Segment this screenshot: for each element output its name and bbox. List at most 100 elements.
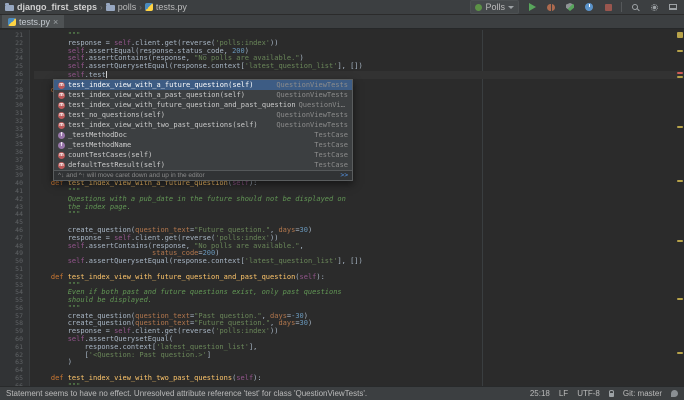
code-line[interactable]: def test_index_view_with_a_future_questi… xyxy=(34,180,684,188)
status-message: Statement seems to have no effect. Unres… xyxy=(6,389,520,398)
completion-item[interactable]: mtest_index_view_with_a_future_question(… xyxy=(54,80,352,90)
code-token xyxy=(34,179,51,187)
code-line[interactable]: ) xyxy=(34,359,684,367)
stripe-mark-warning[interactable] xyxy=(677,180,683,182)
code-token: ) xyxy=(34,358,72,366)
completion-hint-link[interactable]: >> xyxy=(340,172,348,179)
error-stripe[interactable] xyxy=(675,30,684,386)
tab-tests-py[interactable]: tests.py xyxy=(2,15,64,28)
code-token: 'polls:index' xyxy=(215,234,270,242)
code-token: 'polls:index' xyxy=(215,327,270,335)
stripe-mark-warning[interactable] xyxy=(677,126,683,128)
stop-button[interactable] xyxy=(602,1,614,13)
text-caret xyxy=(106,71,107,78)
code-token: ) xyxy=(245,47,249,55)
code-line[interactable]: def test_index_view_with_future_question… xyxy=(34,274,684,282)
code-line[interactable]: should be displayed. xyxy=(34,297,684,305)
search-everywhere-button[interactable] xyxy=(629,1,641,13)
code-token: ], xyxy=(249,343,257,351)
code-token: .assertQuerysetEqual(response.context[ xyxy=(85,257,245,265)
completion-item[interactable]: mtest_index_view_with_future_question_an… xyxy=(54,100,352,110)
profiler-button[interactable] xyxy=(583,1,595,13)
run-icon xyxy=(529,3,536,11)
breadcrumb-project[interactable]: django_first_steps xyxy=(5,2,97,12)
completion-label: test_index_view_with_a_future_question(s… xyxy=(68,81,253,89)
method-icon: m xyxy=(58,82,65,89)
hide-windows-button[interactable] xyxy=(667,1,679,13)
status-widgets: 25:18 LF UTF-8 Git: master xyxy=(530,389,678,398)
coverage-button[interactable] xyxy=(564,1,576,13)
file-encoding[interactable]: UTF-8 xyxy=(577,389,600,398)
code-line[interactable]: """ xyxy=(34,211,684,219)
breadcrumb-label: django_first_steps xyxy=(17,2,97,12)
completion-hint-text: ^↓ and ^↑ will move caret down and up in… xyxy=(58,172,205,179)
completion-item[interactable]: mdefaultTestResult(self)TestCase xyxy=(54,160,352,170)
code-token xyxy=(34,47,68,55)
code-line[interactable]: def test_index_view_with_two_past_questi… xyxy=(34,375,684,383)
code-token: .assertQuerysetEqual( xyxy=(85,335,174,343)
code-token: ): xyxy=(253,374,261,382)
code-token: ) xyxy=(304,312,308,320)
code-token: test xyxy=(89,71,106,79)
code-line[interactable]: ['<Question: Past question.>'] xyxy=(34,352,684,360)
code-line[interactable]: Questions with a pub_date in the future … xyxy=(34,196,684,204)
run-button[interactable] xyxy=(526,1,538,13)
line-separator[interactable]: LF xyxy=(559,389,568,398)
breadcrumb-folder-polls[interactable]: polls xyxy=(106,2,137,12)
tab-label: tests.py xyxy=(19,17,50,27)
code-token: self xyxy=(68,242,85,250)
python-file-icon xyxy=(8,18,16,26)
completion-list: mtest_index_view_with_a_future_question(… xyxy=(54,80,352,170)
code-token: def xyxy=(51,374,68,382)
stripe-mark-warning[interactable] xyxy=(677,298,683,300)
method-icon: m xyxy=(58,162,65,169)
method-icon: m xyxy=(58,122,65,129)
vcs-branch[interactable]: Git: master xyxy=(623,389,662,398)
caret-position[interactable]: 25:18 xyxy=(530,389,550,398)
editor-tab-bar: tests.py xyxy=(0,15,684,29)
code-line[interactable]: self.assertQuerysetEqual(response.contex… xyxy=(34,63,684,71)
settings-button[interactable] xyxy=(648,1,660,13)
code-token: should be displayed. xyxy=(34,296,152,304)
code-token: ) xyxy=(300,54,304,62)
method-icon: m xyxy=(58,112,65,119)
code-token: )) xyxy=(270,39,278,47)
code-token xyxy=(34,273,51,281)
stop-icon xyxy=(605,4,612,11)
code-line[interactable]: the index page. xyxy=(34,204,684,212)
stripe-mark-warning[interactable] xyxy=(677,240,683,242)
stripe-mark-warning[interactable] xyxy=(677,50,683,52)
code-token xyxy=(34,242,68,250)
stripe-mark-warning[interactable] xyxy=(677,352,683,354)
gutter[interactable]: 2122232425262728293031323334353637383940… xyxy=(0,30,30,386)
run-config-selector[interactable]: Polls xyxy=(470,0,519,14)
code-line[interactable]: self.assertQuerysetEqual(response.contex… xyxy=(34,258,684,266)
code-token: create_question( xyxy=(34,226,135,234)
chevron-down-icon xyxy=(508,6,514,9)
stripe-mark-error[interactable] xyxy=(677,72,683,74)
code-token: test_index_view_with_future_question_and… xyxy=(68,273,296,281)
completion-item[interactable]: mtest_index_view_with_two_past_questions… xyxy=(54,120,352,130)
close-tab-icon[interactable] xyxy=(53,17,58,27)
code-token: self xyxy=(114,234,131,242)
hector-icon[interactable] xyxy=(671,390,678,397)
breadcrumb-file-tests[interactable]: tests.py xyxy=(145,2,187,12)
code-token xyxy=(34,374,51,382)
code-token: ) xyxy=(215,249,219,257)
code-token: response = xyxy=(34,327,114,335)
code-token: .client.get(reverse( xyxy=(131,327,215,335)
stripe-mark-warning[interactable] xyxy=(677,76,683,78)
code-token: .assertEqual(response.status_code, xyxy=(85,47,233,55)
method-icon: m xyxy=(58,92,65,99)
completion-item[interactable]: f_testMethodNameTestCase xyxy=(54,140,352,150)
completion-popup-footer: ^↓ and ^↑ will move caret down and up in… xyxy=(54,170,352,180)
completion-item[interactable]: mtest_no_questions(self)QuestionViewTest… xyxy=(54,110,352,120)
completion-item[interactable]: mtest_index_view_with_a_past_question(se… xyxy=(54,90,352,100)
completion-item[interactable]: f_testMethodDocTestCase xyxy=(54,130,352,140)
completion-item[interactable]: mcountTestCases(self)TestCase xyxy=(54,150,352,160)
inspection-status-icon[interactable] xyxy=(677,32,683,38)
code-token: status_code xyxy=(152,249,198,257)
code-line[interactable]: self.test xyxy=(34,71,684,79)
debug-button[interactable] xyxy=(545,1,557,13)
readonly-lock-icon[interactable] xyxy=(609,393,614,397)
